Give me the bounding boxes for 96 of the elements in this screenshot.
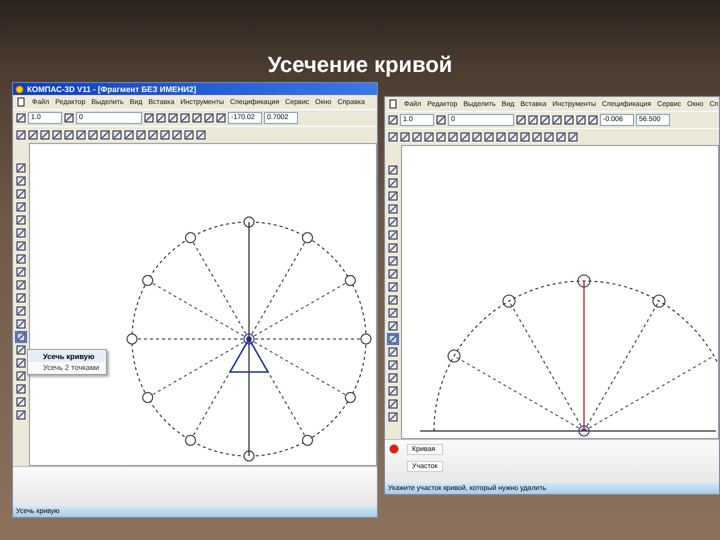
tool-icon[interactable]: [76, 130, 86, 140]
tool-icon[interactable]: [472, 132, 482, 142]
document-icon[interactable]: [388, 99, 398, 109]
tool-icon[interactable]: [388, 399, 398, 409]
tool-icon[interactable]: [16, 345, 26, 355]
tool-icon[interactable]: [388, 269, 398, 279]
tool-icon[interactable]: [388, 191, 398, 201]
tool-icon[interactable]: [388, 230, 398, 240]
tool-icon[interactable]: [180, 113, 190, 123]
tool-icon[interactable]: [16, 306, 26, 316]
tool-icon[interactable]: [16, 113, 26, 123]
tool-icon[interactable]: [540, 115, 550, 125]
tool-icon[interactable]: [436, 132, 446, 142]
tool-icon[interactable]: [388, 295, 398, 305]
tool-icon[interactable]: [588, 115, 598, 125]
tool-icon[interactable]: [388, 360, 398, 370]
tool-icon[interactable]: [16, 358, 26, 368]
window-title: КОМПАС-3D V11 - [Фрагмент БЕЗ ИМЕНИ2]: [27, 84, 196, 94]
tool-icon[interactable]: [160, 130, 170, 140]
tool-icon[interactable]: [204, 113, 214, 123]
tool-icon[interactable]: [28, 130, 38, 140]
tool-icon[interactable]: [16, 371, 26, 381]
tool-icon[interactable]: [516, 115, 526, 125]
tool-icon[interactable]: [16, 293, 26, 303]
tool-icon[interactable]: [388, 308, 398, 318]
tool-icon[interactable]: [216, 113, 226, 123]
tool-icon[interactable]: [112, 130, 122, 140]
tool-icon[interactable]: [388, 334, 398, 344]
tool-icon[interactable]: [388, 132, 398, 142]
tool-icon[interactable]: [88, 130, 98, 140]
tool-icon[interactable]: [168, 113, 178, 123]
tool-icon[interactable]: [16, 241, 26, 251]
tool-icon[interactable]: [16, 410, 26, 420]
tool-icon[interactable]: [556, 132, 566, 142]
tool-icon[interactable]: [16, 215, 26, 225]
tool-icon[interactable]: [388, 347, 398, 357]
document-icon[interactable]: [16, 97, 26, 107]
tool-icon[interactable]: [148, 130, 158, 140]
tool-icon[interactable]: [388, 204, 398, 214]
tool-icon[interactable]: [388, 373, 398, 383]
tool-icon[interactable]: [484, 132, 494, 142]
tool-icon[interactable]: [192, 113, 202, 123]
tool-icon[interactable]: [124, 130, 134, 140]
tool-icon[interactable]: [156, 113, 166, 123]
tool-icon[interactable]: [172, 130, 182, 140]
tool-icon[interactable]: [16, 163, 26, 173]
tool-icon[interactable]: [460, 132, 470, 142]
tool-icon[interactable]: [184, 130, 194, 140]
tool-icon[interactable]: [52, 130, 62, 140]
tool-icon[interactable]: [388, 178, 398, 188]
tool-icon[interactable]: [532, 132, 542, 142]
tool-icon[interactable]: [196, 130, 206, 140]
tool-icon[interactable]: [520, 132, 530, 142]
tool-icon[interactable]: [400, 132, 410, 142]
tool-icon[interactable]: [552, 115, 562, 125]
tool-icon[interactable]: [16, 280, 26, 290]
tool-icon[interactable]: [136, 130, 146, 140]
tool-icon[interactable]: [16, 130, 26, 140]
tool-icon[interactable]: [64, 130, 74, 140]
tool-icon[interactable]: [16, 319, 26, 329]
tool-icon[interactable]: [100, 130, 110, 140]
tool-icon[interactable]: [16, 384, 26, 394]
tool-icon[interactable]: [388, 321, 398, 331]
tool-icon[interactable]: [388, 115, 398, 125]
tool-icon[interactable]: [16, 202, 26, 212]
tool-icon[interactable]: [564, 115, 574, 125]
tool-icon[interactable]: [388, 386, 398, 396]
tool-icon[interactable]: [64, 113, 74, 123]
tool-icon[interactable]: [568, 132, 578, 142]
tool-icon[interactable]: [16, 267, 26, 277]
app-logo-icon: [15, 84, 24, 94]
tool-icon[interactable]: [40, 130, 50, 140]
tool-icon[interactable]: [528, 115, 538, 125]
tool-icon[interactable]: [388, 217, 398, 227]
tool-icon[interactable]: [16, 254, 26, 264]
tool-icon[interactable]: [576, 115, 586, 125]
tool-icon[interactable]: [388, 256, 398, 266]
tool-icon[interactable]: [388, 243, 398, 253]
tool-icon[interactable]: [16, 228, 26, 238]
tool-icon[interactable]: [388, 412, 398, 422]
stop-icon[interactable]: [389, 444, 399, 454]
tool-icon[interactable]: [16, 176, 26, 186]
tool-icon[interactable]: [544, 132, 554, 142]
tool-icon[interactable]: [508, 132, 518, 142]
tool-icon[interactable]: [436, 115, 446, 125]
tool-icon[interactable]: [424, 132, 434, 142]
tool-icon[interactable]: [144, 113, 154, 123]
tool-icon[interactable]: [496, 132, 506, 142]
tool-icon[interactable]: [16, 332, 26, 342]
tool-icon[interactable]: [16, 397, 26, 407]
tool-icon[interactable]: [388, 282, 398, 292]
tool-icon[interactable]: [448, 132, 458, 142]
tool-icon[interactable]: [388, 165, 398, 175]
tool-icon[interactable]: [412, 132, 422, 142]
tool-icon[interactable]: [16, 189, 26, 199]
slide-title: Усечение кривой: [268, 52, 452, 79]
